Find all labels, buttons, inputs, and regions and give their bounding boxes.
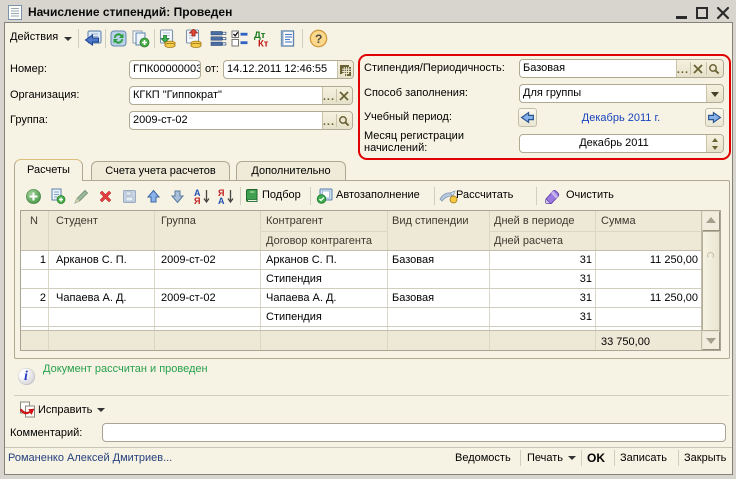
svg-text:А: А (218, 196, 225, 205)
svg-text:Я: Я (194, 196, 200, 205)
svg-text:Кт: Кт (258, 39, 269, 48)
svg-text:?: ? (315, 32, 322, 46)
